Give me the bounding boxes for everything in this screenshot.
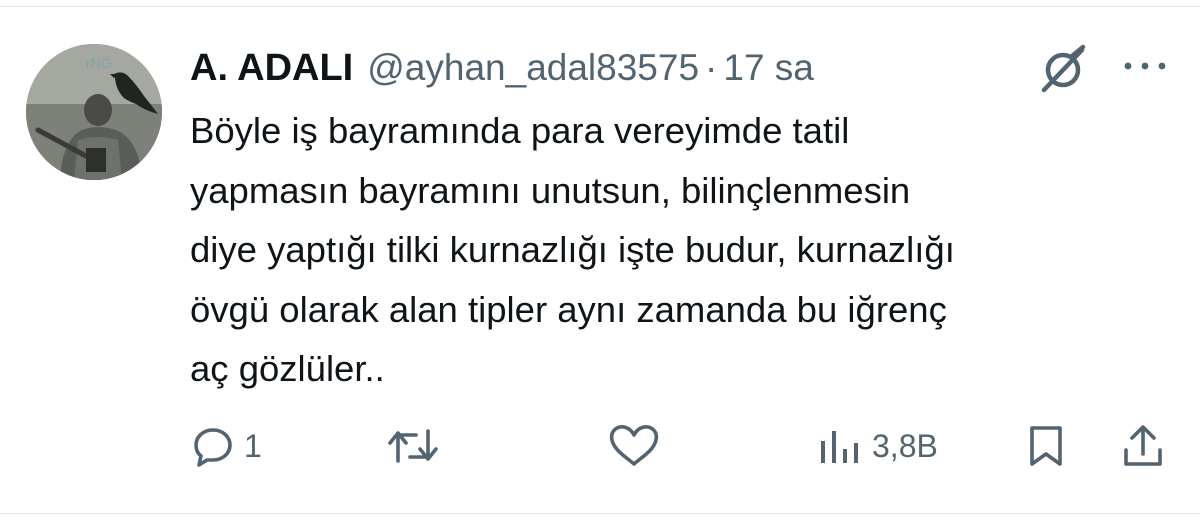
like-button[interactable] xyxy=(608,420,670,472)
share-icon xyxy=(1122,424,1164,468)
reply-count: 1 xyxy=(244,427,262,464)
reply-button[interactable]: 1 xyxy=(192,420,262,472)
grok-icon[interactable] xyxy=(1036,42,1090,96)
bookmark-icon xyxy=(1026,424,1066,468)
tweet-text: Böyle iş bayramında para vereyimde tatil… xyxy=(190,110,955,389)
bottom-divider xyxy=(0,513,1200,514)
more-icon[interactable] xyxy=(1120,52,1172,80)
reply-icon xyxy=(192,425,234,467)
views-count: 3,8B xyxy=(872,427,938,464)
svg-text:rNG: rNG xyxy=(86,55,112,71)
display-name[interactable]: A. ADALI xyxy=(190,47,353,90)
repost-button[interactable] xyxy=(386,420,450,472)
top-divider xyxy=(0,6,1200,7)
views-icon xyxy=(818,425,862,467)
bookmark-button[interactable] xyxy=(1026,420,1066,472)
views-button[interactable]: 3,8B xyxy=(818,420,938,472)
avatar[interactable]: rNG xyxy=(26,44,162,180)
user-handle[interactable]: @ayhan_adal83575 xyxy=(367,47,699,89)
timestamp[interactable]: 17 sa xyxy=(723,47,814,89)
tweet-header: A. ADALI @ayhan_adal83575 · 17 sa xyxy=(190,44,814,92)
share-button[interactable] xyxy=(1122,420,1164,472)
separator-dot: · xyxy=(705,47,718,88)
heart-icon xyxy=(608,424,660,468)
avatar-image: rNG xyxy=(26,44,162,180)
repost-icon xyxy=(386,425,440,467)
